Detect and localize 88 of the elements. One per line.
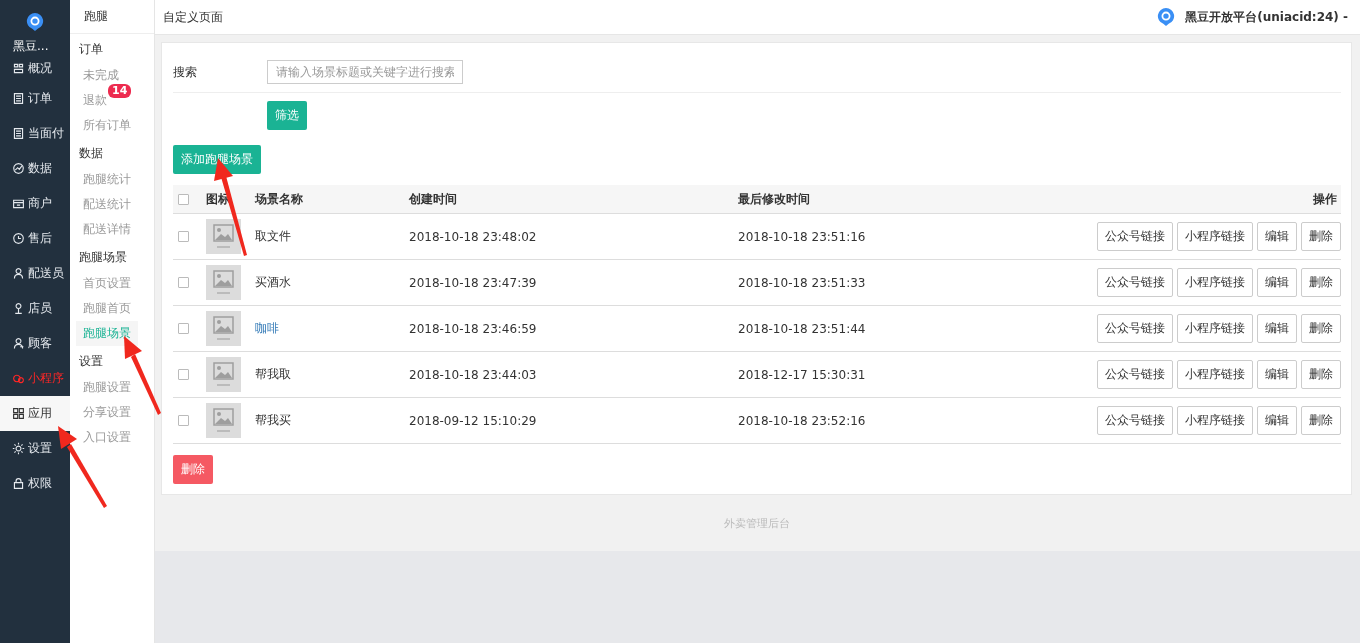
row-action-button[interactable]: 小程序链接 [1177,268,1253,297]
nav-item[interactable]: 售后 [0,221,70,256]
table-cell: 2018-10-18 23:48:02 [409,229,537,244]
nav-icon [12,442,25,455]
nav-icon [12,92,25,105]
nav-icon [12,127,25,140]
nav-item[interactable]: 店员 [0,291,70,326]
nav-icon [12,197,25,210]
image-placeholder-icon [206,219,241,254]
row-action-button[interactable]: 编辑 [1257,268,1297,297]
table-cell: 2018-10-18 23:47:39 [409,275,537,290]
nav-icon [12,232,25,245]
table-cell: 2018-10-18 23:44:03 [409,367,537,382]
row-action-button[interactable]: 编辑 [1257,222,1297,251]
column-header: 操作 [1313,190,1338,208]
nav-icon [12,302,25,315]
column-header: 最后修改时间 [738,190,811,208]
nav-icon [12,337,25,350]
page-title: 自定义页面 [163,8,223,26]
image-placeholder-icon [206,403,241,438]
row-action-button[interactable]: 删除 [1301,406,1341,435]
select-all-checkbox[interactable] [178,193,189,205]
image-placeholder-icon [206,265,241,300]
submenu-group-title: 跑腿场景 [78,249,128,266]
nav-item[interactable]: 权限 [0,466,70,501]
row-checkbox[interactable] [178,323,189,334]
scene-name[interactable]: 帮我买 [255,412,291,429]
row-action-button[interactable]: 删除 [1301,314,1341,343]
nav-icon [12,372,25,385]
nav-icon [12,477,25,490]
nav-item[interactable]: 概况 [0,55,70,81]
nav-item[interactable]: 数据 [0,151,70,186]
table-cell: 2018-10-18 23:52:16 [738,413,866,428]
scene-name[interactable]: 咖啡 [255,320,279,337]
row-action-button[interactable]: 小程序链接 [1177,406,1253,435]
row-action-button[interactable]: 小程序链接 [1177,360,1253,389]
row-action-button[interactable]: 小程序链接 [1177,222,1253,251]
table-cell: 2018-10-18 23:46:59 [409,321,537,336]
submenu-group-title: 设置 [78,353,104,370]
nav-item[interactable]: 小程序 [0,361,70,396]
table-cell: 2018-12-17 15:30:31 [738,367,866,382]
brand-name: 黑豆... [12,38,50,55]
nav-item[interactable]: 订单 [0,81,70,116]
nav-item[interactable]: 顾客 [0,326,70,361]
row-action-button[interactable]: 公众号链接 [1097,268,1173,297]
row-checkbox[interactable] [178,231,189,242]
account-menu[interactable]: 黑豆开放平台(uniacid:24) - [1185,8,1348,26]
count-badge: 14 [108,84,132,98]
logo-icon [1157,7,1176,27]
row-action-button[interactable]: 编辑 [1257,314,1297,343]
row-action-button[interactable]: 公众号链接 [1097,360,1173,389]
nav-item[interactable]: 应用 [0,396,70,431]
nav-item[interactable]: 商户 [0,186,70,221]
scene-name[interactable]: 帮我取 [255,366,291,383]
nav-item[interactable]: 设置 [0,431,70,466]
nav-item[interactable]: 配送员 [0,256,70,291]
logo-icon [26,12,44,32]
table-cell: 2018-10-18 23:51:44 [738,321,866,336]
nav-icon [12,162,25,175]
nav-icon [12,407,25,420]
row-action-button[interactable]: 公众号链接 [1097,406,1173,435]
scene-name[interactable]: 取文件 [255,228,291,245]
nav-item[interactable]: 当面付 [0,116,70,151]
submenu-title: 跑腿 [70,0,154,34]
row-action-button[interactable]: 公众号链接 [1097,222,1173,251]
table-cell: 2018-09-12 15:10:29 [409,413,537,428]
column-header: 场景名称 [255,190,304,208]
row-action-button[interactable]: 删除 [1301,360,1341,389]
image-placeholder-icon [206,357,241,392]
row-checkbox[interactable] [178,277,189,288]
nav-icon [12,267,25,280]
nav-icon [12,61,25,75]
row-action-button[interactable]: 编辑 [1257,360,1297,389]
row-action-button[interactable]: 小程序链接 [1177,314,1253,343]
image-placeholder-icon [206,311,241,346]
submenu-group-title: 数据 [78,145,104,162]
row-checkbox[interactable] [178,369,189,380]
column-header: 创建时间 [409,190,458,208]
table-cell: 2018-10-18 23:51:33 [738,275,866,290]
row-action-button[interactable]: 删除 [1301,268,1341,297]
search-label: 搜索 [173,63,198,81]
submenu-group-title: 订单 [78,41,104,58]
table-cell: 2018-10-18 23:51:16 [738,229,866,244]
row-action-button[interactable]: 编辑 [1257,406,1297,435]
row-checkbox[interactable] [178,415,189,426]
scene-name[interactable]: 买酒水 [255,274,291,291]
row-action-button[interactable]: 公众号链接 [1097,314,1173,343]
row-action-button[interactable]: 删除 [1301,222,1341,251]
